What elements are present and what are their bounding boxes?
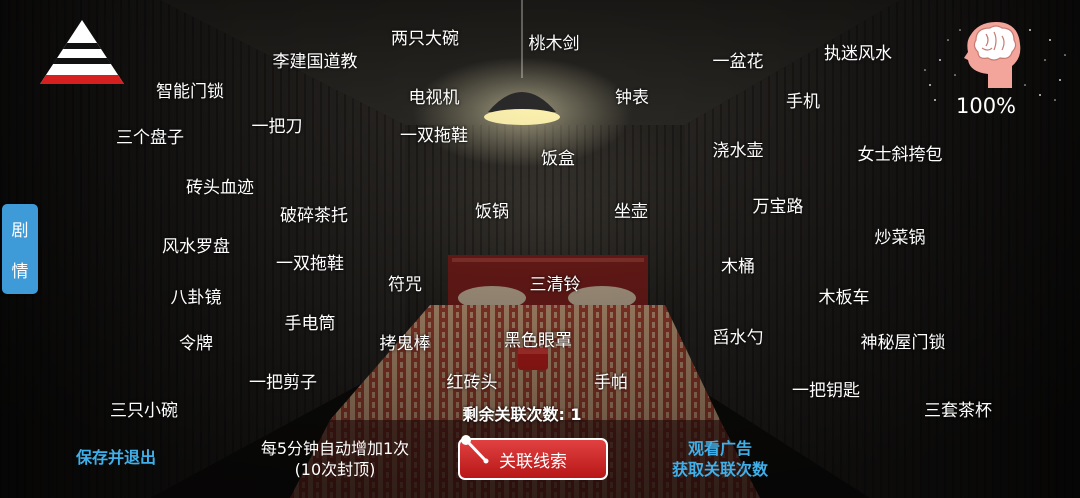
- link-clues-button[interactable]: 关联线索: [458, 435, 608, 480]
- clue-word[interactable]: 饭锅: [475, 202, 509, 222]
- clue-word[interactable]: 三清铃: [530, 275, 581, 295]
- clue-word[interactable]: 一双拖鞋: [400, 126, 468, 146]
- clue-word[interactable]: 拷鬼棒: [380, 334, 431, 354]
- save-and-exit-button[interactable]: 保存并退出: [76, 444, 156, 468]
- clue-word[interactable]: 智能门锁: [156, 82, 224, 102]
- clue-word[interactable]: 李建国道教: [273, 52, 358, 72]
- watch-ad-line-2: 获取关联次数: [671, 460, 769, 479]
- clue-word[interactable]: 木桶: [721, 257, 755, 277]
- clue-word[interactable]: 一盆花: [713, 52, 764, 72]
- clue-word[interactable]: 手机: [786, 92, 820, 112]
- clue-word[interactable]: 风水罗盘: [162, 237, 230, 257]
- watch-ad-button[interactable]: 观看广告 获取关联次数: [672, 438, 768, 480]
- clue-word[interactable]: 舀水勺: [713, 328, 764, 348]
- clue-word[interactable]: 八卦镜: [171, 288, 222, 308]
- sanity-percent: 100%: [955, 94, 1017, 118]
- clue-word[interactable]: 三套茶杯: [924, 401, 992, 421]
- clue-word[interactable]: 神秘屋门锁: [861, 333, 946, 353]
- clue-word[interactable]: 浇水壶: [713, 141, 764, 161]
- auto-increase-line-2: (10次封顶): [294, 460, 376, 479]
- clue-word[interactable]: 手帕: [594, 373, 628, 393]
- clue-word[interactable]: 电视机: [409, 88, 460, 108]
- clue-word[interactable]: 破碎茶托: [280, 206, 348, 226]
- clue-word[interactable]: 坐壶: [614, 202, 648, 222]
- clue-word[interactable]: 万宝路: [753, 197, 804, 217]
- link-clues-label: 关联线索: [499, 451, 567, 472]
- story-tab[interactable]: 剧 情: [2, 204, 38, 294]
- watch-ad-line-1: 观看广告: [687, 439, 753, 458]
- clue-word[interactable]: 符咒: [388, 275, 422, 295]
- clue-word[interactable]: 一把钥匙: [792, 381, 860, 401]
- clue-word[interactable]: 女士斜挎包: [858, 145, 943, 165]
- clue-word[interactable]: 一把刀: [252, 117, 303, 137]
- clue-word[interactable]: 砖头血迹: [186, 178, 254, 198]
- remaining-link-count: 剩余关联次数: 1: [462, 405, 582, 424]
- clue-word[interactable]: 炒菜锅: [875, 228, 926, 248]
- clue-word[interactable]: 两只大碗: [391, 29, 459, 49]
- clue-word[interactable]: 黑色眼罩: [504, 331, 572, 351]
- clue-word[interactable]: 钟表: [615, 88, 649, 108]
- clue-word[interactable]: 桃木剑: [529, 34, 580, 54]
- pyramid-progress-icon[interactable]: [38, 18, 126, 86]
- clue-word[interactable]: 一把剪子: [249, 373, 317, 393]
- clue-word[interactable]: 红砖头: [447, 373, 498, 393]
- clue-word[interactable]: 一双拖鞋: [276, 254, 344, 274]
- clue-word[interactable]: 执迷风水: [824, 44, 892, 64]
- game-screen: 100% 剧 情 两只大碗 桃木剑一盆花 执迷风水 李建国道教智能门锁 电视机 钟表 手机一…: [0, 0, 1080, 498]
- clue-word[interactable]: 三只小碗: [110, 401, 178, 421]
- auto-increase-note: 每5分钟自动增加1次 (10次封顶): [261, 438, 409, 480]
- clue-word[interactable]: 木板车: [819, 288, 870, 308]
- clue-word[interactable]: 饭盒: [541, 149, 575, 169]
- story-tab-char-2: 情: [11, 262, 29, 282]
- story-tab-char-1: 剧: [11, 221, 29, 241]
- clue-word[interactable]: 令牌: [179, 334, 213, 354]
- clue-word[interactable]: 三个盘子: [116, 128, 184, 148]
- brain-head-icon: [964, 22, 1021, 88]
- clue-word[interactable]: 手电筒: [285, 314, 336, 334]
- auto-increase-line-1: 每5分钟自动增加1次: [260, 439, 410, 458]
- link-line-icon: [461, 435, 489, 464]
